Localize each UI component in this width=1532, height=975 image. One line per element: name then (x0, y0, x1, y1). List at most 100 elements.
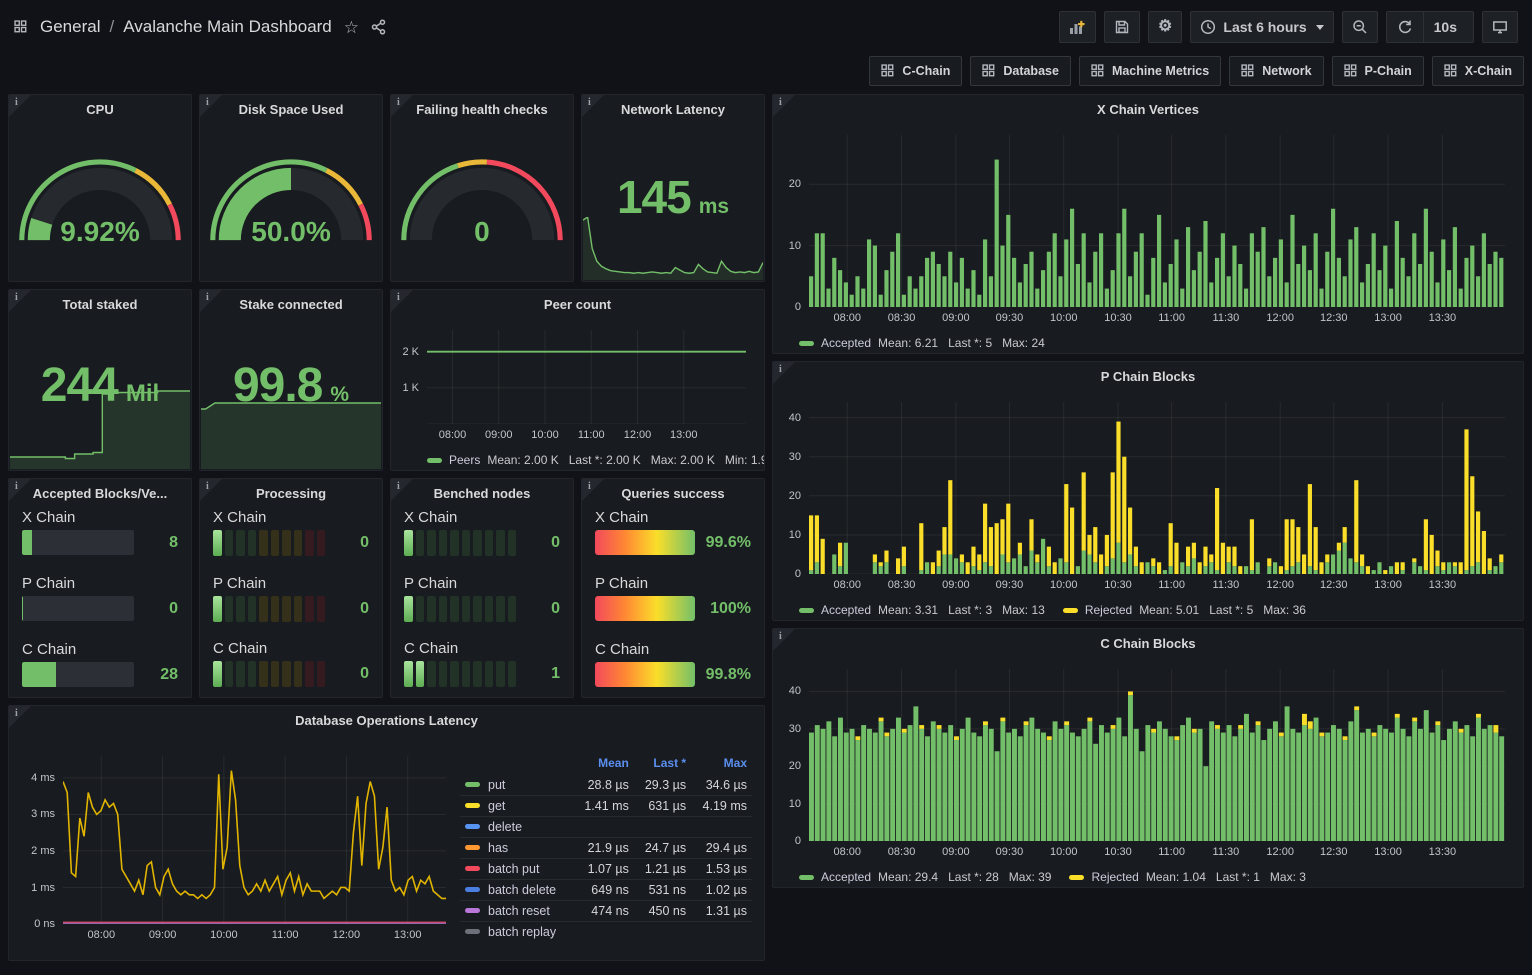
star-icon[interactable]: ☆ (344, 19, 359, 36)
legend-row-put[interactable]: put28.8 µs29.3 µs34.6 µs (460, 775, 752, 796)
panel-title[interactable]: Disk Space Used (239, 102, 344, 117)
legend-row-batch-replay[interactable]: batch replay (460, 922, 752, 943)
legend-label: Accepted (821, 603, 871, 617)
refresh-button[interactable] (1387, 12, 1423, 42)
link-c-chain[interactable]: C-Chain (869, 56, 962, 86)
legend-item-peers[interactable]: Peers Mean: 2.00 K Last *: 2.00 K Max: 2… (427, 453, 765, 467)
panel-info-corner[interactable] (200, 479, 222, 501)
panel-title[interactable]: Network Latency (621, 102, 725, 117)
page-title[interactable]: Avalanche Main Dashboard (123, 17, 332, 37)
time-range-picker[interactable]: Last 6 hours (1190, 11, 1333, 43)
panel-title[interactable]: Processing (256, 486, 326, 501)
legend-item-rejected[interactable]: Rejected Mean: 5.01 Last *: 5 Max: 36 (1063, 603, 1306, 617)
panel-title[interactable]: C Chain Blocks (1100, 636, 1195, 651)
panel-title[interactable]: Database Operations Latency (295, 713, 478, 728)
legend-item-accepted[interactable]: Accepted Mean: 6.21 Last *: 5 Max: 24 (799, 336, 1045, 350)
panel-info-corner[interactable] (9, 706, 31, 728)
info-icon: i (588, 481, 591, 492)
gradient-bar (595, 662, 695, 687)
stat-value: 145 ms (582, 170, 764, 224)
lcd-gauge (213, 661, 325, 687)
panel-title[interactable]: P Chain Blocks (1101, 369, 1195, 384)
panel-peer-count: i Peer count 2 K1 K08:0009:0010:0011:001… (390, 289, 765, 471)
panel-info-corner[interactable] (773, 629, 795, 651)
info-icon: i (206, 481, 209, 492)
chain-label: C Chain (404, 640, 560, 657)
disk-gauge[interactable]: 50.0% (200, 123, 382, 281)
add-panel-button[interactable] (1059, 11, 1096, 43)
legend-row-get[interactable]: get1.41 ms631 µs4.19 ms (460, 796, 752, 817)
stat-number: 244 (41, 358, 118, 413)
chain-label: C Chain (22, 641, 178, 658)
legend-row-batch-put[interactable]: batch put1.07 µs1.21 µs1.53 µs (460, 859, 752, 880)
legend-header-last[interactable]: Last * (634, 754, 691, 775)
link-database[interactable]: Database (970, 56, 1071, 86)
peer-count-plot[interactable]: 2 K1 K08:0009:0010:0011:0012:0013:00 (427, 330, 746, 424)
x-axis-tick: 12:00 (1266, 846, 1294, 858)
network-latency-sparkline[interactable] (583, 217, 763, 280)
panel-info-corner[interactable] (391, 290, 413, 312)
cpu-gauge[interactable]: 9.92% (9, 123, 191, 281)
panel-title[interactable]: Total staked (63, 297, 138, 312)
panel-info-corner[interactable] (9, 290, 31, 312)
legend-item-accepted[interactable]: Accepted Mean: 29.4 Last *: 28 Max: 39 (799, 870, 1051, 884)
legend-row-has[interactable]: has21.9 µs24.7 µs29.4 µs (460, 838, 752, 859)
legend-row-batch-delete[interactable]: batch delete649 ns531 ns1.02 µs (460, 880, 752, 901)
panel-info-corner[interactable] (773, 95, 795, 117)
legend-item-accepted[interactable]: Accepted Mean: 3.31 Last *: 3 Max: 13 (799, 603, 1045, 617)
dashboard-grid-icon (982, 64, 996, 78)
legend-swatch (1069, 875, 1084, 880)
x-axis-tick: 09:00 (942, 846, 970, 858)
legend-row-batch-reset[interactable]: batch reset474 ns450 ns1.31 µs (460, 901, 752, 922)
save-dashboard-button[interactable] (1104, 11, 1140, 43)
panel-title[interactable]: Accepted Blocks/Ve... (33, 486, 167, 501)
panel-info-corner[interactable] (9, 479, 31, 501)
panel-title[interactable]: Queries success (621, 486, 724, 501)
x-axis-tick: 09:30 (996, 579, 1024, 591)
breadcrumb-section[interactable]: General (40, 17, 100, 37)
y-axis-tick: 0 (795, 301, 801, 313)
legend-item-rejected[interactable]: Rejected Mean: 1.04 Last *: 1 Max: 3 (1069, 870, 1305, 884)
panel-info-corner[interactable] (200, 290, 222, 312)
link-x-chain[interactable]: X-Chain (1432, 56, 1524, 86)
panel-title[interactable]: CPU (86, 102, 113, 117)
panel-failing-health-checks: i Failing health checks 0 (390, 94, 574, 282)
panel-info-corner[interactable] (773, 362, 795, 384)
panel-title[interactable]: Failing health checks (416, 102, 548, 117)
panel-info-corner[interactable] (582, 95, 604, 117)
y-axis-tick: 0 ns (34, 918, 55, 930)
x-chain-vertices-plot[interactable]: 2010008:0008:3009:0009:3010:0010:3011:00… (809, 135, 1505, 307)
c-chain-blocks-plot[interactable]: 40302010008:0008:3009:0009:3010:0010:301… (809, 669, 1505, 841)
link-machine-metrics[interactable]: Machine Metrics (1079, 56, 1221, 86)
health-gauge[interactable]: 0 (391, 123, 573, 281)
panel-cpu: i CPU 9.92% (8, 94, 192, 282)
legend-row-delete[interactable]: delete (460, 817, 752, 838)
legend-header-mean[interactable]: Mean (573, 754, 634, 775)
panel-info-corner[interactable] (582, 479, 604, 501)
panel-title[interactable]: Peer count (544, 297, 611, 312)
dashboard-grid-icon[interactable] (14, 20, 28, 34)
share-icon[interactable] (371, 19, 387, 35)
time-range-label: Last 6 hours (1223, 19, 1306, 35)
y-axis-tick: 30 (789, 723, 801, 735)
panel-info-corner[interactable] (391, 95, 413, 117)
x-axis-tick: 10:30 (1104, 579, 1132, 591)
zoom-out-button[interactable] (1342, 11, 1378, 43)
dashboard-settings-button[interactable]: ⚙ (1148, 11, 1182, 43)
legend-swatch (799, 875, 814, 880)
p-chain-blocks-plot[interactable]: 40302010008:0008:3009:0009:3010:0010:301… (809, 402, 1505, 574)
link-network[interactable]: Network (1229, 56, 1323, 86)
panel-info-corner[interactable] (200, 95, 222, 117)
link-p-chain[interactable]: P-Chain (1332, 56, 1424, 86)
refresh-icon (1397, 19, 1413, 35)
breadcrumb-separator: / (109, 17, 114, 37)
cycle-view-button[interactable] (1482, 11, 1518, 43)
refresh-interval-picker[interactable]: 10s (1423, 12, 1473, 42)
legend-header-max[interactable]: Max (691, 754, 752, 775)
db-latency-plot[interactable]: 4 ms3 ms2 ms1 ms0 ns08:0009:0010:0011:00… (63, 756, 446, 924)
panel-title[interactable]: Stake connected (239, 297, 342, 312)
panel-title[interactable]: X Chain Vertices (1097, 102, 1199, 117)
panel-info-corner[interactable] (9, 95, 31, 117)
panel-title[interactable]: Benched nodes (434, 486, 531, 501)
panel-info-corner[interactable] (391, 479, 413, 501)
